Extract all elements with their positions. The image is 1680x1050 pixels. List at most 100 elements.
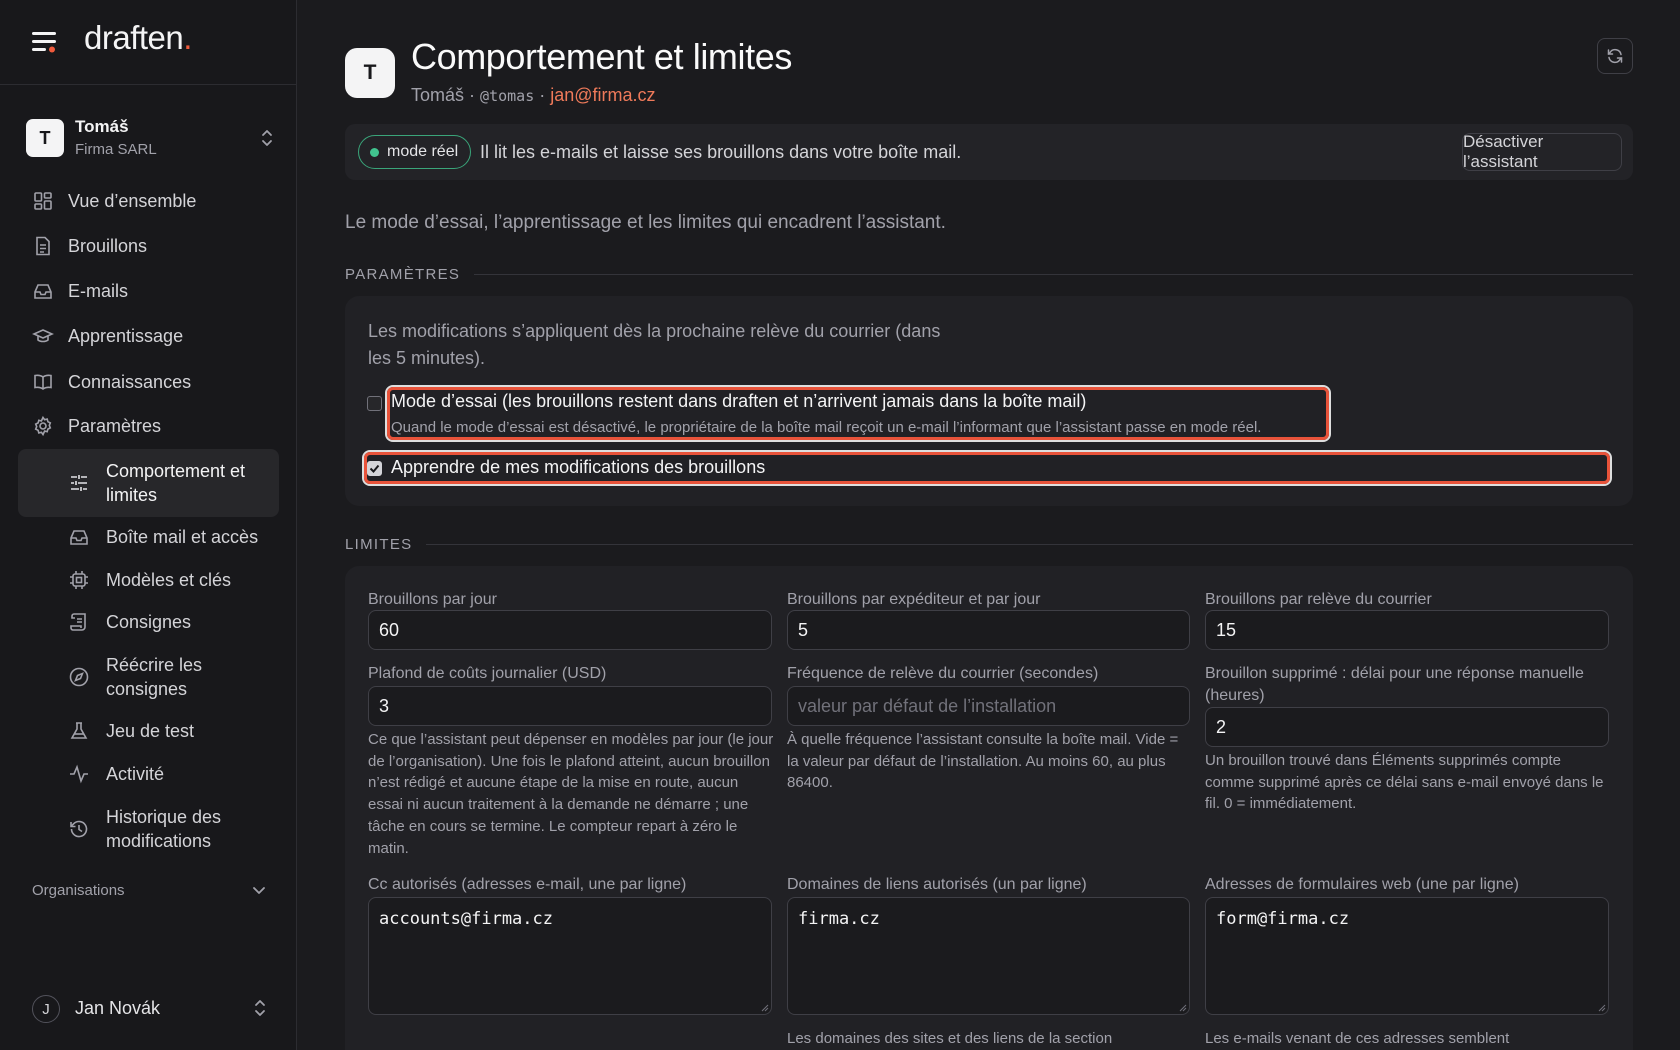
allowed-domains-textarea[interactable]: firma.cz	[787, 897, 1190, 1015]
compass-icon	[69, 667, 89, 687]
brand-logo[interactable]: draften.	[84, 19, 192, 57]
main-content: T Comportement et limites Tomáš · @tomas…	[298, 0, 1680, 1050]
activity-icon	[70, 764, 88, 784]
resize-grip-icon[interactable]	[1598, 1004, 1606, 1012]
sub-nav-label: Réécrire les consignes	[106, 655, 203, 699]
status-badge: mode réel	[358, 135, 472, 169]
highlight-box-trial-mode	[387, 387, 1329, 440]
page-meta: Tomáš · @tomas · jan@firma.cz	[411, 85, 656, 106]
page-title: Comportement et limites	[411, 36, 792, 77]
section-heading-limits: LIMITES	[345, 536, 1633, 553]
owner-handle: @tomas	[480, 87, 535, 105]
graduation-cap-icon	[32, 329, 54, 343]
flask-icon	[70, 722, 88, 739]
allowed-cc-textarea[interactable]: accounts@firma.cz	[368, 897, 772, 1015]
user-menu[interactable]: J Jan Novák	[32, 994, 268, 1024]
separator: ·	[469, 85, 476, 105]
workspace-company: Firma SARL	[75, 141, 157, 158]
poll-frequency-label: Fréquence de relève du courrier (seconde…	[787, 665, 1099, 682]
sidebar: draften. T Tomáš Firma SARL Vue d’ensemb…	[0, 0, 297, 1050]
nav-label: Vue d’ensemble	[68, 190, 197, 211]
menu-icon[interactable]	[32, 31, 60, 53]
nav-drafts[interactable]: Brouillons	[20, 226, 278, 266]
section-heading-params: PARAMÈTRES	[345, 266, 1633, 283]
settings-behavior-limits[interactable]: Comportement et limites	[18, 449, 279, 517]
params-note: Les modifications s’appliquent dès la pr…	[368, 321, 941, 368]
drafts-per-sender-input[interactable]: 5	[787, 610, 1190, 650]
drafts-per-sender-label: Brouillons par expéditeur et par jour	[787, 591, 1041, 608]
script-icon	[70, 613, 86, 631]
nav-settings[interactable]: Paramètres	[20, 406, 278, 446]
textarea-value: accounts@firma.cz	[379, 909, 553, 929]
refresh-icon	[1607, 48, 1623, 64]
deleted-delay-input[interactable]: 2	[1205, 707, 1609, 747]
allowed-domains-help: Les domaines des sites et des liens de l…	[787, 1030, 1113, 1047]
resize-grip-icon[interactable]	[761, 1004, 769, 1012]
sub-nav-label: Historique des modifications	[106, 807, 222, 851]
highlight-box-learn	[364, 452, 1610, 484]
cpu-icon	[70, 571, 88, 589]
live-dot-icon	[370, 147, 379, 157]
history-icon	[70, 820, 88, 838]
nav-label: Brouillons	[68, 235, 148, 256]
organisations-toggle[interactable]: Organisations	[32, 882, 266, 899]
sub-nav-label: Jeu de test	[106, 721, 195, 741]
settings-instructions[interactable]: Consignes	[18, 609, 279, 635]
nav-overview[interactable]: Vue d’ensemble	[20, 181, 278, 221]
gear-icon	[34, 415, 52, 437]
settings-test-set[interactable]: Jeu de test	[18, 718, 279, 744]
drafts-per-day-input[interactable]: 60	[368, 610, 772, 650]
settings-rewrite-instructions[interactable]: Réécrire les consignes	[18, 653, 279, 701]
nav-learning[interactable]: Apprentissage	[20, 316, 278, 356]
params-card: Les modifications s’appliquent dès la pr…	[345, 296, 1633, 506]
assistant-status-bar: mode réel Il lit les e-mails et laisse s…	[345, 124, 1633, 180]
page-avatar: T	[345, 48, 395, 98]
cost-cap-help: Ce que l’assistant peut dépenser en modè…	[368, 731, 774, 857]
nav-label: Connaissances	[68, 371, 192, 392]
divider	[426, 544, 1633, 545]
textarea-value: form@firma.cz	[1216, 909, 1350, 929]
drafts-per-poll-input[interactable]: 15	[1205, 610, 1609, 650]
refresh-button[interactable]	[1597, 38, 1633, 74]
cost-cap-label: Plafond de coûts journalier (USD)	[368, 665, 607, 682]
settings-mailbox-access[interactable]: Boîte mail et accès	[18, 524, 279, 550]
status-badge-label: mode réel	[387, 143, 459, 160]
settings-activity[interactable]: Activité	[18, 761, 279, 787]
owner-email-link[interactable]: jan@firma.cz	[550, 85, 655, 105]
deleted-delay-help: Un brouillon trouvé dans Éléments suppri…	[1205, 752, 1604, 813]
trial-mode-checkbox[interactable]	[367, 396, 382, 411]
sliders-icon	[71, 475, 87, 491]
workspace-switcher[interactable]: T Tomáš Firma SARL	[26, 116, 276, 170]
resize-grip-icon[interactable]	[1179, 1004, 1187, 1012]
web-forms-label: Adresses de formulaires web (une par lig…	[1205, 876, 1519, 893]
nav-label: Paramètres	[68, 415, 162, 436]
sub-nav-label: Comportement et limites	[106, 461, 246, 505]
cost-cap-input[interactable]: 3	[368, 686, 772, 726]
sub-nav-label: Boîte mail et accès	[106, 527, 259, 547]
owner-name: Tomáš	[411, 85, 465, 105]
grid-icon	[34, 192, 52, 210]
limits-card: Brouillons par jour 60 Brouillons par ex…	[345, 566, 1633, 1050]
deactivate-assistant-button[interactable]: Désactiver l’assistant	[1462, 132, 1622, 171]
textarea-value: firma.cz	[798, 909, 880, 929]
book-icon	[34, 374, 52, 390]
web-forms-textarea[interactable]: form@firma.cz	[1205, 897, 1609, 1015]
workspace-avatar: T	[26, 119, 64, 157]
document-icon	[36, 236, 50, 256]
poll-frequency-help: À quelle fréquence l’assistant consulte …	[787, 731, 1179, 792]
section-title: PARAMÈTRES	[345, 266, 461, 283]
poll-frequency-input[interactable]: valeur par défaut de l’installation	[787, 686, 1190, 726]
nav-label: Apprentissage	[68, 325, 184, 346]
inbox-icon	[70, 530, 88, 545]
user-name: Jan Novák	[75, 998, 161, 1018]
allowed-cc-label: Cc autorisés (adresses e-mail, une par l…	[368, 876, 687, 893]
nav-emails[interactable]: E-mails	[20, 271, 278, 311]
chevron-down-icon	[253, 887, 265, 894]
workspace-name: Tomáš	[75, 117, 129, 136]
drafts-per-poll-label: Brouillons par relève du courrier	[1205, 591, 1432, 608]
drafts-per-day-label: Brouillons par jour	[368, 591, 497, 608]
settings-change-history[interactable]: Historique des modifications	[18, 805, 279, 853]
deleted-delay-label: Brouillon supprimé : délai pour une répo…	[1205, 665, 1584, 704]
settings-models-keys[interactable]: Modèles et clés	[18, 567, 279, 593]
nav-knowledge[interactable]: Connaissances	[20, 362, 278, 402]
